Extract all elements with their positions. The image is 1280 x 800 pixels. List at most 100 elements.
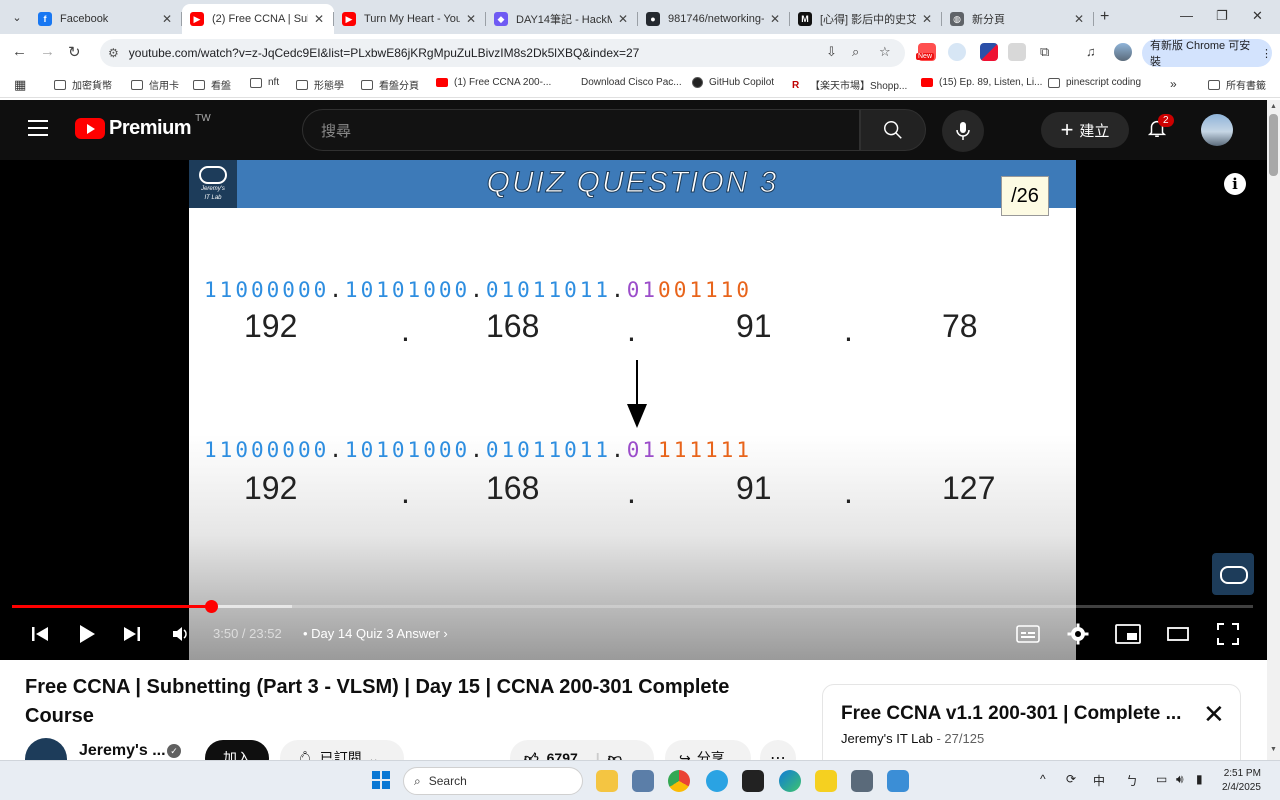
share-button[interactable]: ↪ 分享: [665, 740, 751, 760]
bookmark-item[interactable]: Download Cisco Pac...: [563, 77, 682, 88]
video-player[interactable]: QUIZ QUESTION 3 Jeremy's IT Lab /26 1100…: [0, 160, 1267, 660]
chapter-button[interactable]: • Day 14 Quiz 3 Answer ›: [303, 626, 448, 641]
tab-search-button[interactable]: ⌄: [6, 6, 28, 28]
extensions-puzzle-icon[interactable]: ⧉: [1040, 44, 1049, 60]
bookmark-item[interactable]: (15) Ep. 89, Listen, Li...: [921, 77, 1042, 88]
extension-photo-icon[interactable]: [1008, 43, 1026, 61]
media-control-icon[interactable]: ♫: [1086, 44, 1096, 59]
create-button[interactable]: + 建立: [1041, 112, 1129, 148]
extension-flag-icon[interactable]: [980, 43, 998, 61]
browser-tab[interactable]: ▶ (2) Free CCNA | Subn ✕: [182, 4, 334, 34]
site-info-icon[interactable]: ⚙: [108, 46, 119, 60]
sticky-app-icon[interactable]: [815, 770, 837, 792]
extension-new-icon[interactable]: New: [916, 43, 936, 61]
bookmarks-overflow-button[interactable]: »: [1170, 77, 1177, 91]
install-app-icon[interactable]: ⇩: [826, 44, 837, 60]
taskbar-app-icon[interactable]: [632, 770, 654, 792]
like-button[interactable]: 👍︎ 6797 | 👎︎: [510, 740, 654, 760]
file-explorer-icon[interactable]: [596, 770, 618, 792]
join-button[interactable]: 加入: [205, 740, 269, 760]
theater-mode-button[interactable]: [1166, 624, 1190, 644]
windows-start-icon[interactable]: [372, 771, 390, 789]
next-button[interactable]: [122, 624, 142, 644]
subscribed-button[interactable]: 🔔︎ 已訂閱 ⌄: [280, 740, 404, 760]
tab-close-icon[interactable]: ✕: [920, 12, 934, 26]
youtube-search-button[interactable]: [860, 109, 926, 151]
playlist-channel[interactable]: Jeremy's IT Lab: [841, 731, 933, 746]
bookmark-item[interactable]: 看盤: [193, 77, 231, 92]
bookmark-item[interactable]: 看盤分頁: [361, 77, 419, 92]
previous-button[interactable]: [30, 624, 50, 644]
bookmark-star-icon[interactable]: ☆: [879, 44, 891, 60]
account-avatar[interactable]: [1201, 114, 1233, 146]
calculator-icon[interactable]: [851, 770, 873, 792]
page-scrollbar[interactable]: ▲ ▼: [1267, 100, 1280, 760]
browser-tab[interactable]: ◍ 新分頁 ✕: [942, 4, 1094, 34]
miniplayer-button[interactable]: [1115, 624, 1141, 644]
tab-close-icon[interactable]: ✕: [768, 12, 782, 26]
reload-button[interactable]: ↻: [68, 43, 81, 61]
progress-scrubber-handle[interactable]: [204, 600, 218, 613]
tab-close-icon[interactable]: ✕: [160, 12, 174, 26]
bookmark-item[interactable]: R 【楽天市場】Shopp...: [792, 77, 907, 93]
play-button[interactable]: [77, 624, 97, 644]
thumbs-down-icon[interactable]: 👎︎: [608, 750, 622, 761]
channel-watermark-icon[interactable]: [1212, 553, 1254, 595]
bookmark-item[interactable]: 信用卡: [131, 77, 179, 92]
bookmark-item[interactable]: 形態學: [296, 77, 344, 92]
tab-close-icon[interactable]: ✕: [312, 12, 326, 26]
voice-search-button[interactable]: [942, 110, 984, 152]
bookmark-item[interactable]: 加密貨幣: [54, 77, 112, 92]
taskbar-clock[interactable]: 2:51 PM 2/4/2025: [1222, 767, 1261, 795]
channel-name[interactable]: Jeremy's ...: [79, 742, 166, 760]
info-icon[interactable]: i: [1224, 173, 1246, 195]
profile-avatar[interactable]: [1114, 43, 1132, 61]
terminal-icon[interactable]: [742, 770, 764, 792]
back-button[interactable]: ←: [12, 43, 27, 60]
zoom-icon[interactable]: ⌕: [852, 44, 859, 60]
notepad-icon[interactable]: [887, 770, 909, 792]
all-bookmarks-button[interactable]: 所有書籤: [1208, 77, 1266, 92]
scroll-down-arrow-icon[interactable]: ▼: [1270, 746, 1277, 753]
restore-button[interactable]: ❐: [1216, 8, 1228, 24]
chrome-menu-icon[interactable]: ⋮: [1261, 47, 1272, 60]
telegram-icon[interactable]: [706, 770, 728, 792]
volume-tray-icon[interactable]: 🔊︎: [1176, 772, 1184, 787]
tab-close-icon[interactable]: ✕: [616, 12, 630, 26]
notifications-button[interactable]: 2: [1146, 114, 1174, 141]
bookmark-item[interactable]: (1) Free CCNA 200-...: [436, 77, 551, 88]
tab-close-icon[interactable]: ✕: [464, 12, 478, 26]
browser-tab[interactable]: ◆ DAY14筆記 - HackM ✕: [486, 4, 638, 34]
browser-tab[interactable]: ▶ Turn My Heart - YouT ✕: [334, 4, 486, 34]
volume-button[interactable]: [170, 624, 192, 644]
browser-tab[interactable]: ● 981746/networking- ✕: [638, 4, 790, 34]
youtube-premium-logo[interactable]: Premium TW: [75, 113, 211, 140]
hamburger-menu-icon[interactable]: [28, 120, 48, 136]
chrome-taskbar-icon[interactable]: [668, 770, 690, 792]
youtube-search-input[interactable]: 搜尋: [302, 109, 860, 151]
close-window-button[interactable]: ✕: [1252, 8, 1263, 24]
extension-translate-icon[interactable]: [948, 43, 966, 61]
chrome-update-button[interactable]: 有新版 Chrome 可安裝 ⋮: [1142, 39, 1272, 68]
scrollbar-thumb[interactable]: [1269, 114, 1278, 176]
address-bar[interactable]: ⚙ youtube.com/watch?v=z-JqCedc9EI&list=P…: [100, 39, 905, 67]
forward-button[interactable]: →: [40, 43, 55, 60]
network-icon[interactable]: ▭: [1156, 772, 1167, 786]
tab-close-icon[interactable]: ✕: [1072, 12, 1086, 26]
battery-icon[interactable]: ▮: [1196, 772, 1203, 786]
bookmark-item[interactable]: nft: [250, 77, 279, 88]
browser-tab[interactable]: M [心得] 影后中的史艾 ✕: [790, 4, 942, 34]
bookmark-item[interactable]: pinescript coding: [1048, 77, 1141, 88]
new-tab-button[interactable]: +: [1100, 8, 1109, 26]
browser-tab[interactable]: f Facebook ✕: [30, 4, 182, 34]
taskbar-search[interactable]: ⌕ Search: [403, 767, 583, 795]
bookmark-item[interactable]: GitHub Copilot: [692, 77, 774, 88]
fullscreen-button[interactable]: [1216, 623, 1240, 645]
playlist-title[interactable]: Free CCNA v1.1 200-301 | Complete ...: [841, 703, 1181, 725]
ime-indicator[interactable]: 中: [1093, 772, 1105, 789]
edge-icon[interactable]: [779, 770, 801, 792]
apps-grid-icon[interactable]: ▦: [14, 77, 26, 93]
show-hidden-icons-icon[interactable]: ^: [1040, 772, 1046, 786]
sync-icon[interactable]: ⟳: [1066, 772, 1076, 786]
close-icon[interactable]: ✕: [1203, 699, 1225, 730]
